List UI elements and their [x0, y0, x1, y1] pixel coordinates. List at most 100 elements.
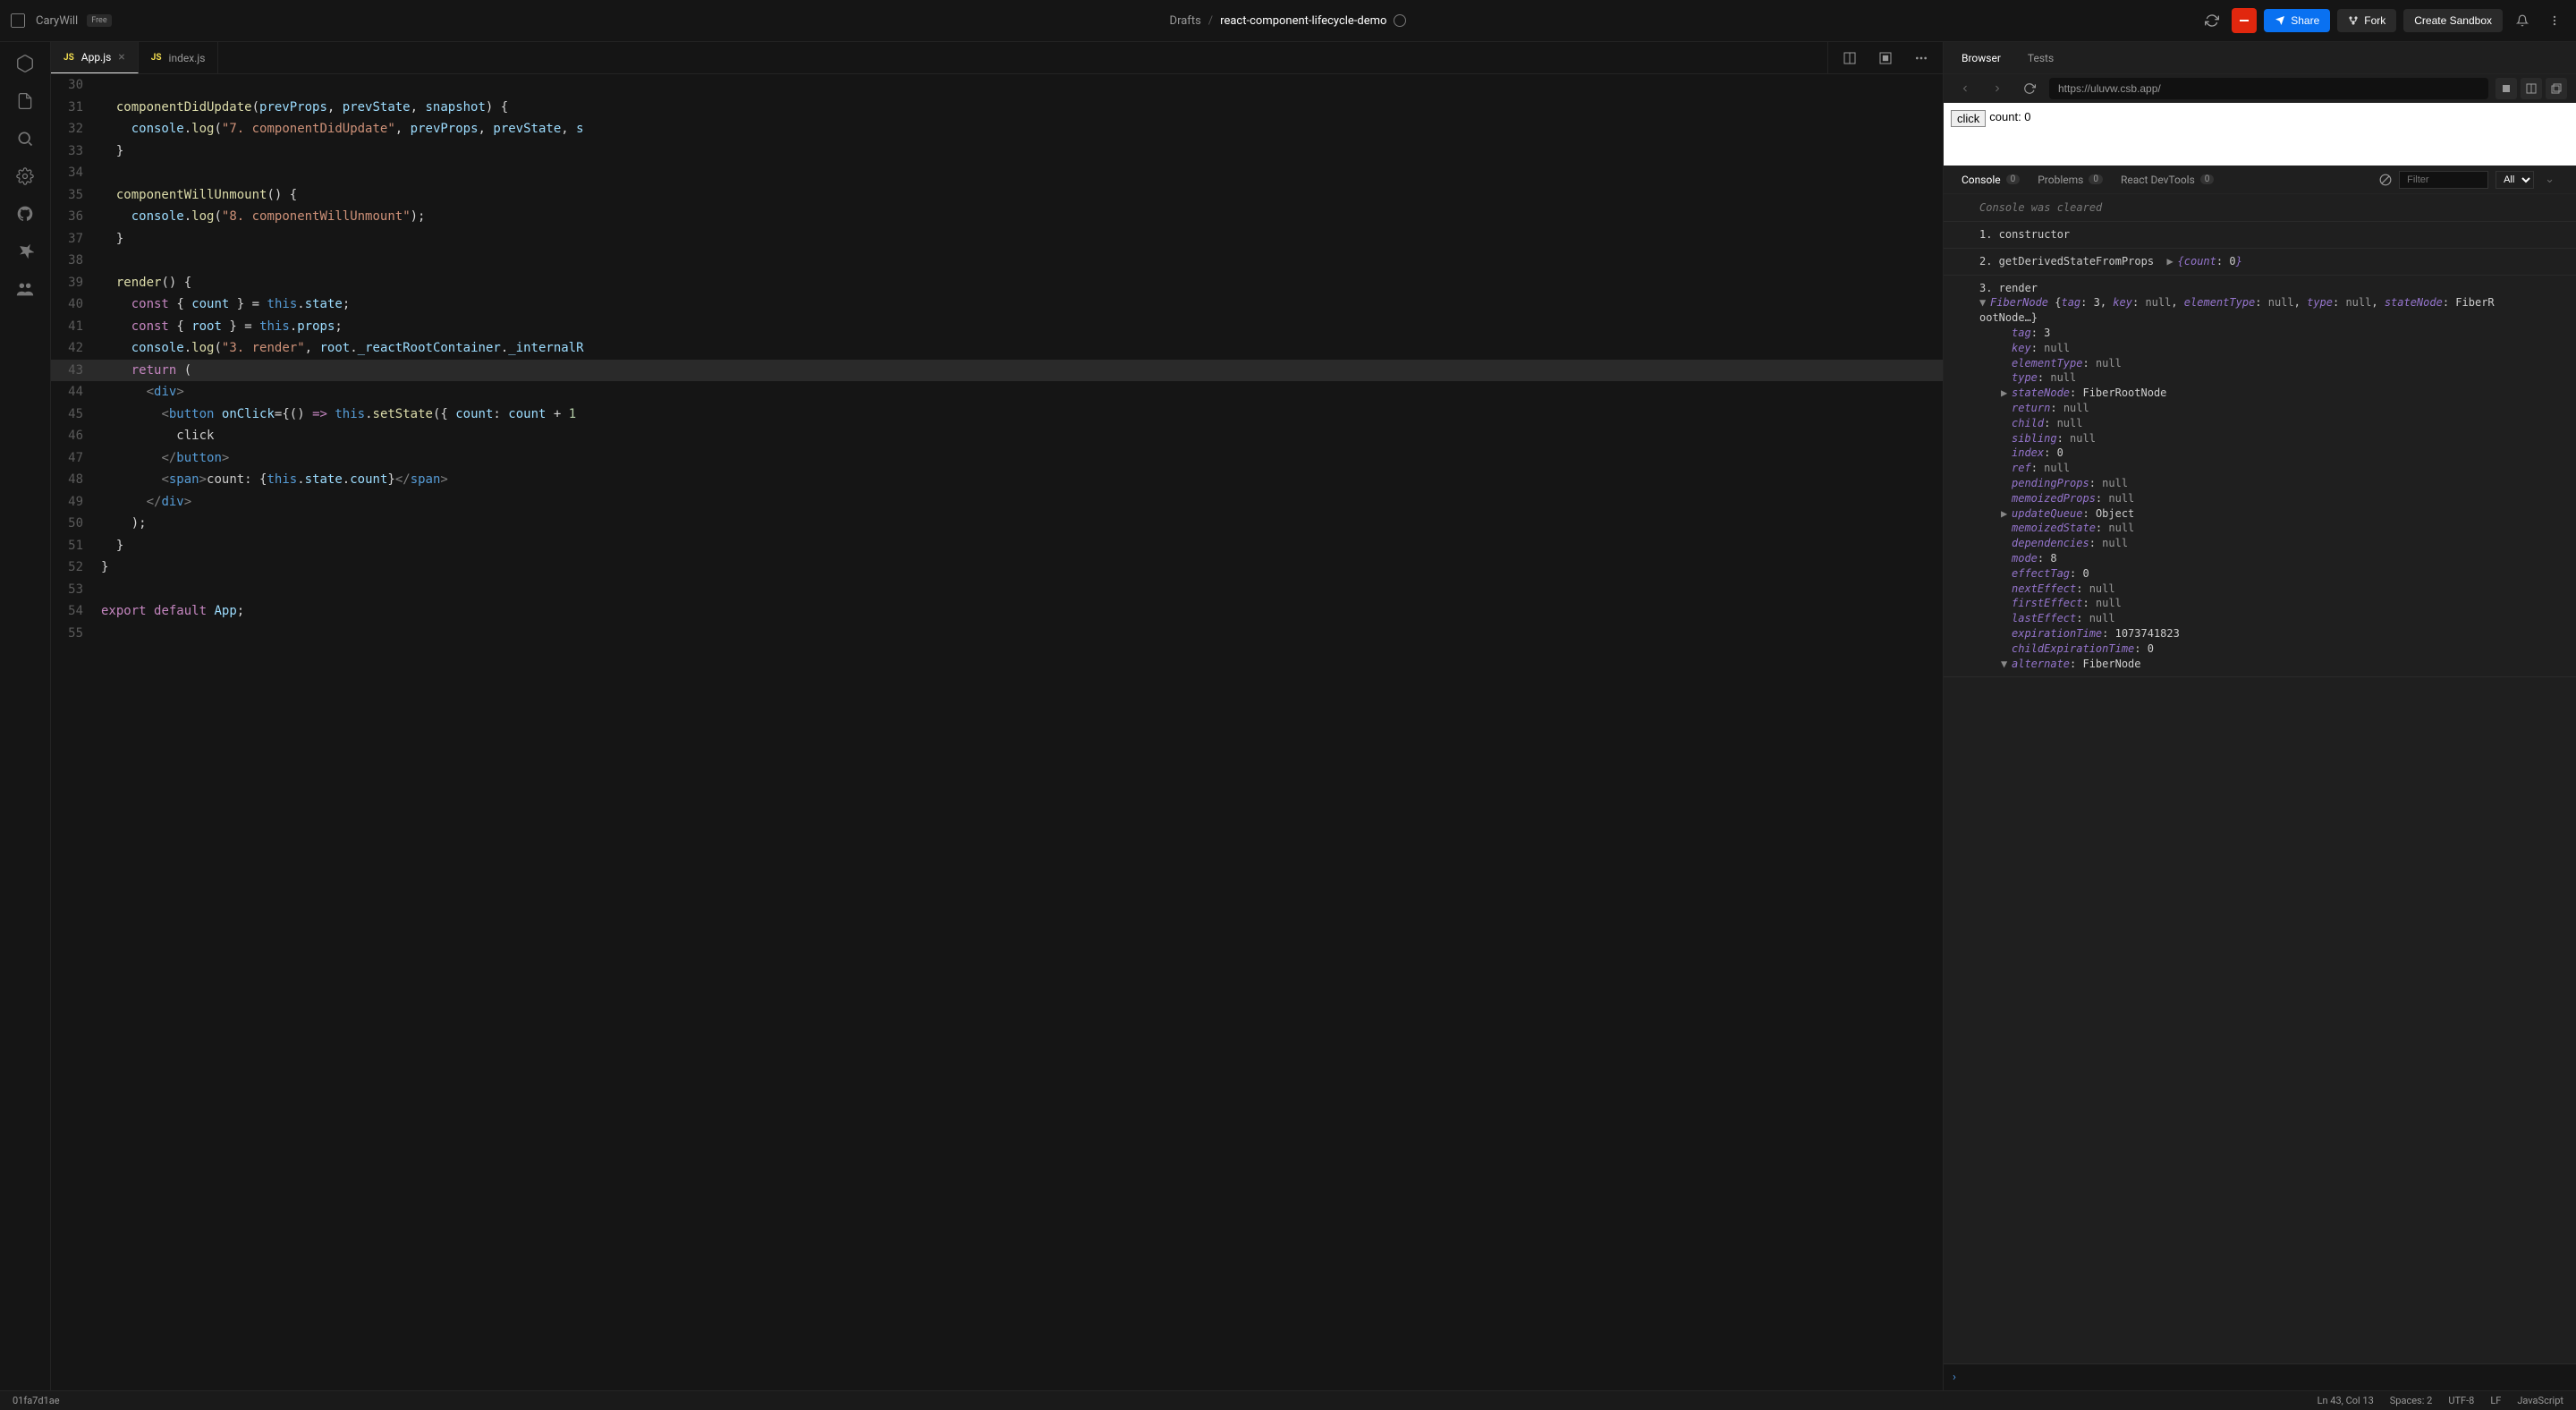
- chevron-down-icon[interactable]: ⌄: [2541, 173, 2558, 186]
- fork-label: Fork: [2364, 14, 2385, 27]
- more-icon[interactable]: [1909, 46, 1934, 71]
- filter-select[interactable]: All: [2496, 171, 2534, 189]
- breadcrumb-separator: /: [1208, 14, 1213, 28]
- clear-console-icon[interactable]: [2379, 174, 2392, 186]
- globe-icon[interactable]: [1394, 14, 1406, 27]
- refresh-icon[interactable]: [2017, 76, 2042, 101]
- editor-tabs: JS App.js × JS index.js: [51, 42, 1943, 74]
- preview-count: count: 0: [1989, 110, 2030, 123]
- code-editor[interactable]: 30 31 componentDidUpdate(prevProps, prev…: [51, 74, 1943, 1390]
- close-icon[interactable]: ×: [118, 50, 124, 64]
- object-property[interactable]: ▼alternate: FiberNode: [1979, 657, 2565, 672]
- indent-info[interactable]: Spaces: 2: [2390, 1395, 2433, 1406]
- object-property[interactable]: ▶updateQueue: Object: [1979, 506, 2565, 522]
- commit-hash[interactable]: 01fa7d1ae: [13, 1395, 60, 1406]
- object-property[interactable]: effectTag: 0: [1979, 566, 2565, 582]
- object-property[interactable]: nextEffect: null: [1979, 582, 2565, 597]
- language-info[interactable]: JavaScript: [2517, 1395, 2563, 1406]
- tab-devtools[interactable]: React DevTools 0: [2121, 174, 2214, 186]
- object-property[interactable]: key: null: [1979, 341, 2565, 356]
- cursor-position[interactable]: Ln 43, Col 13: [2318, 1395, 2374, 1406]
- problems-badge: 0: [2089, 174, 2103, 184]
- files-icon[interactable]: [14, 90, 36, 112]
- object-property[interactable]: childExpirationTime: 0: [1979, 641, 2565, 657]
- reload-icon[interactable]: [2199, 8, 2224, 33]
- prompt-icon: ›: [1953, 1371, 1956, 1384]
- share-label: Share: [2291, 14, 2319, 27]
- tab-app-js[interactable]: JS App.js ×: [51, 42, 139, 73]
- collapse-icon[interactable]: ▼: [1979, 295, 1990, 310]
- create-sandbox-button[interactable]: Create Sandbox: [2403, 9, 2503, 32]
- layout-icon[interactable]: [1873, 46, 1898, 71]
- console-badge: 0: [2006, 174, 2021, 184]
- tab-console[interactable]: Console 0: [1962, 174, 2020, 186]
- object-property[interactable]: index: 0: [1979, 446, 2565, 461]
- console-output: Console was cleared 1. constructor 2. ge…: [1944, 194, 2576, 1363]
- tool-icon-3[interactable]: [2546, 78, 2567, 99]
- forward-icon[interactable]: [1985, 76, 2010, 101]
- object-property[interactable]: lastEffect: null: [1979, 611, 2565, 626]
- split-icon[interactable]: [1837, 46, 1862, 71]
- js-icon: JS: [64, 53, 74, 63]
- object-property[interactable]: elementType: null: [1979, 356, 2565, 371]
- object-property[interactable]: tag: 3: [1979, 326, 2565, 341]
- breadcrumb-drafts[interactable]: Drafts: [1170, 14, 1201, 28]
- tab-problems[interactable]: Problems 0: [2038, 174, 2103, 186]
- log-text: 2. getDerivedStateFromProps: [1979, 255, 2154, 268]
- console-row: 2. getDerivedStateFromProps ▶{count: 0}: [1944, 249, 2576, 276]
- log-object[interactable]: {count: [2178, 255, 2216, 268]
- sandbox-icon[interactable]: [14, 53, 36, 74]
- activity-bar: [0, 42, 51, 1390]
- expand-icon[interactable]: ▶: [2167, 254, 2178, 269]
- username[interactable]: CaryWill: [36, 14, 78, 28]
- more-icon[interactable]: [2542, 8, 2567, 33]
- console-label: Console: [1962, 174, 2001, 186]
- tool-icon-1[interactable]: [2496, 78, 2517, 99]
- object-property[interactable]: dependencies: null: [1979, 536, 2565, 551]
- object-property[interactable]: memoizedState: null: [1979, 521, 2565, 536]
- filter-input[interactable]: [2399, 171, 2488, 189]
- tab-label: index.js: [169, 52, 206, 64]
- record-button[interactable]: [2232, 8, 2257, 33]
- back-icon[interactable]: [1953, 76, 1978, 101]
- browser-bar: [1944, 74, 2576, 103]
- tool-icon-2[interactable]: [2521, 78, 2542, 99]
- object-property[interactable]: type: null: [1979, 370, 2565, 386]
- github-icon[interactable]: [14, 203, 36, 225]
- object-property[interactable]: return: null: [1979, 401, 2565, 416]
- object-property[interactable]: pendingProps: null: [1979, 476, 2565, 491]
- live-icon[interactable]: [14, 278, 36, 300]
- tab-tests[interactable]: Tests: [2028, 52, 2054, 64]
- object-property[interactable]: memoizedProps: null: [1979, 491, 2565, 506]
- tab-index-js[interactable]: JS index.js: [139, 42, 219, 73]
- object-property[interactable]: ▶stateNode: FiberRootNode: [1979, 386, 2565, 401]
- deploy-icon[interactable]: [14, 241, 36, 262]
- console-tabs: Console 0 Problems 0 React DevTools 0 Al…: [1944, 166, 2576, 194]
- devtools-badge: 0: [2200, 174, 2215, 184]
- preview-click-button[interactable]: click: [1951, 110, 1986, 127]
- console-input[interactable]: ›: [1944, 1363, 2576, 1390]
- bell-icon[interactable]: [2510, 8, 2535, 33]
- object-property[interactable]: firstEffect: null: [1979, 596, 2565, 611]
- settings-icon[interactable]: [14, 166, 36, 187]
- logo-icon[interactable]: [9, 12, 27, 30]
- tab-browser[interactable]: Browser: [1962, 52, 2001, 64]
- project-name[interactable]: react-component-lifecycle-demo: [1220, 14, 1386, 28]
- console-row: 3. render ▼FiberNode {tag: 3, key: null,…: [1944, 276, 2576, 678]
- encoding-info[interactable]: UTF-8: [2448, 1395, 2474, 1406]
- object-property[interactable]: child: null: [1979, 416, 2565, 431]
- object-property[interactable]: expirationTime: 1073741823: [1979, 626, 2565, 641]
- eol-info[interactable]: LF: [2490, 1395, 2501, 1406]
- url-input[interactable]: [2049, 78, 2488, 99]
- tab-label: App.js: [81, 51, 112, 64]
- console-row: 1. constructor: [1944, 222, 2576, 249]
- object-property[interactable]: sibling: null: [1979, 431, 2565, 446]
- object-property[interactable]: ref: null: [1979, 461, 2565, 476]
- browser-preview: click count: 0: [1944, 103, 2576, 166]
- object-property[interactable]: mode: 8: [1979, 551, 2565, 566]
- top-header: CaryWill Free Drafts / react-component-l…: [0, 0, 2576, 42]
- fork-button[interactable]: Fork: [2337, 9, 2396, 32]
- share-button[interactable]: Share: [2264, 9, 2330, 32]
- log-text: 3. render: [1979, 281, 2565, 296]
- search-icon[interactable]: [14, 128, 36, 149]
